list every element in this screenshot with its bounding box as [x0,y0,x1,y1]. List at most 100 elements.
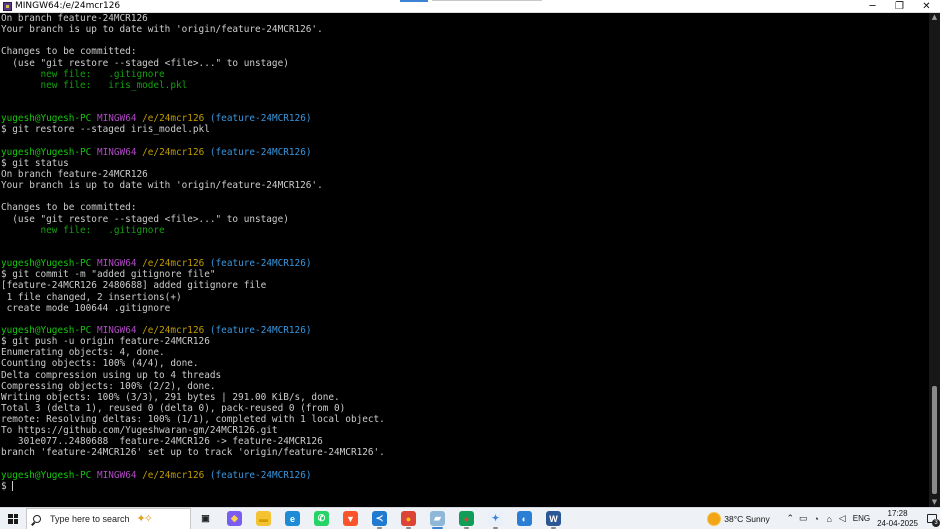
vscode-icon: ≺ [372,511,387,526]
volume-icon[interactable]: ◁ [836,513,849,524]
system-tray: 38°C Sunny ⌃ ▭ ◔ ⌂ ◁ ENG 17:28 24-04-202… [708,508,940,529]
prompt-branch: (feature-24MCR126) [209,146,312,158]
chrome-profile-button[interactable]: ● [452,508,481,529]
search-placeholder: Type here to search [50,513,130,524]
input-line: $ [1,481,929,492]
brave-button[interactable]: ▼ [336,508,365,529]
minimize-button[interactable]: ─ [859,0,886,13]
command-line: $ git status [1,157,69,169]
prompt-user: yugesh@Yugesh-PC [1,469,92,481]
display-icon[interactable]: ▭ [797,513,810,524]
wifi-icon[interactable]: ◔ [810,514,823,524]
prompt-line: yugesh@Yugesh-PC MINGW64 /e/24mcr126 (fe… [1,325,929,336]
output-line: new file: .gitignore [1,68,165,80]
clock-date: 24-04-2025 [877,518,918,528]
output-line: new file: .gitignore [1,224,165,236]
clock[interactable]: 17:28 24-04-2025 [877,509,918,529]
brave-icon: ▼ [343,511,358,526]
prompt-user: yugesh@Yugesh-PC [1,113,92,125]
edge-button[interactable]: e [278,508,307,529]
edge-icon: e [285,511,300,526]
app-launcher-button[interactable]: ✦ [481,508,510,529]
output-line: 1 file changed, 2 insertions(+) [1,291,182,303]
scroll-down-icon[interactable]: ▼ [929,498,940,507]
file-explorer-icon: ▬ [256,511,271,526]
prompt-host: MINGW64 [96,324,137,336]
chrome-icon: ● [401,511,416,526]
terminal-scrollbar[interactable]: ▲ ▼ [929,13,940,507]
taskbar-search-box[interactable]: Type here to search ✦✧ [26,507,191,529]
file-explorer-button[interactable]: ▬ [249,508,278,529]
output-line: Enumerating objects: 4, done. [1,347,165,359]
prompt-branch: (feature-24MCR126) [209,324,312,336]
prompt-branch: (feature-24MCR126) [209,469,312,481]
disk-app-button[interactable]: ◐ [510,508,539,529]
command-line: $ git push -u origin feature-24MCR126 [1,336,210,348]
scroll-up-icon[interactable]: ▲ [929,13,940,22]
copilot-button[interactable]: ◆ [220,508,249,529]
prompt-branch: (feature-24MCR126) [209,258,312,270]
title-accent-strip [400,0,428,2]
chrome-profile-icon: ● [459,511,474,526]
window-title: MINGW64:/e/24mcr126 [15,1,121,11]
copilot-icon: ◆ [227,511,242,526]
prompt-host: MINGW64 [96,113,137,125]
git-bash-terminal-icon: ▰ [430,511,445,526]
word-button[interactable]: W [539,508,568,529]
command-line: $ git commit -m "added gitignore file" [1,269,216,281]
search-icon [33,514,41,523]
word-icon: W [546,511,561,526]
task-view-button[interactable]: ▣ [191,508,220,529]
output-line: Total 3 (delta 1), reused 0 (delta 0), p… [1,402,346,414]
prompt-user: yugesh@Yugesh-PC [1,324,92,336]
prompt-user: yugesh@Yugesh-PC [1,258,92,270]
prompt-host: MINGW64 [96,146,137,158]
prompt-host: MINGW64 [96,469,137,481]
output-line: Compressing objects: 100% (2/2), done. [1,380,216,392]
output-line: create mode 100644 .gitignore [1,302,171,314]
output-line: Writing objects: 100% (3/3), 291 bytes |… [1,391,340,403]
output-line: On branch feature-24MCR126 [1,168,148,180]
chrome-button[interactable]: ● [394,508,423,529]
minimize-icon: ─ [869,0,876,12]
output-line: 301e077..2480688 feature-24MCR126 -> fea… [1,436,323,448]
text-cursor[interactable] [12,481,14,492]
prompt-line: yugesh@Yugesh-PC MINGW64 /e/24mcr126 (fe… [1,470,929,481]
show-hidden-icons-icon[interactable]: ⌃ [784,513,797,524]
pinned-apps: ▣ ◆ ▬ e ✆ ▼ ≺ ● ▰ ● ✦ ◐ W [191,508,568,529]
output-line: Your branch is up to date with 'origin/f… [1,180,323,192]
language-indicator[interactable]: ENG [853,514,870,523]
prompt-symbol: $ [1,480,13,492]
task-view-icon: ▣ [201,513,210,523]
prompt-path: /e/24mcr126 [142,258,205,270]
prompt-line: yugesh@Yugesh-PC MINGW64 /e/24mcr126 (fe… [1,258,929,269]
output-line: (use "git restore --staged <file>..." to… [1,213,289,225]
git-bash-terminal-button[interactable]: ▰ [423,508,452,529]
battery-icon[interactable]: ⌂ [823,514,836,524]
prompt-path: /e/24mcr126 [142,324,205,336]
mingw-app-icon [3,1,12,11]
scrollbar-thumb[interactable] [932,386,937,494]
prompt-host: MINGW64 [96,258,137,270]
taskbar: Type here to search ✦✧ ▣ ◆ ▬ e ✆ ▼ ≺ ● ▰ ● ✦ ◐ W 38°… [0,507,940,529]
clock-time: 17:28 [887,508,908,518]
output-line: Changes to be committed: [1,46,137,58]
whatsapp-button[interactable]: ✆ [307,508,336,529]
title-divider-strip [432,0,542,1]
terminal-output[interactable]: On branch feature-24MCR126 Your branch is… [0,13,929,507]
notification-badge: 3 [932,518,940,527]
vscode-button[interactable]: ≺ [365,508,394,529]
prompt-path: /e/24mcr126 [142,113,205,125]
start-button[interactable] [0,508,26,529]
window-title-bar[interactable]: MINGW64:/e/24mcr126 ─ ❐ ✕ [0,0,940,13]
app-launcher-icon: ✦ [488,511,503,526]
output-line: [feature-24MCR126 2480688] added gitigno… [1,280,267,292]
close-button[interactable]: ✕ [913,0,940,13]
weather-widget[interactable]: 38°C Sunny [708,512,770,525]
output-line: new file: iris_model.pkl [1,79,188,91]
notification-button[interactable]: 3 [924,508,940,529]
maximize-button[interactable]: ❐ [886,0,913,13]
